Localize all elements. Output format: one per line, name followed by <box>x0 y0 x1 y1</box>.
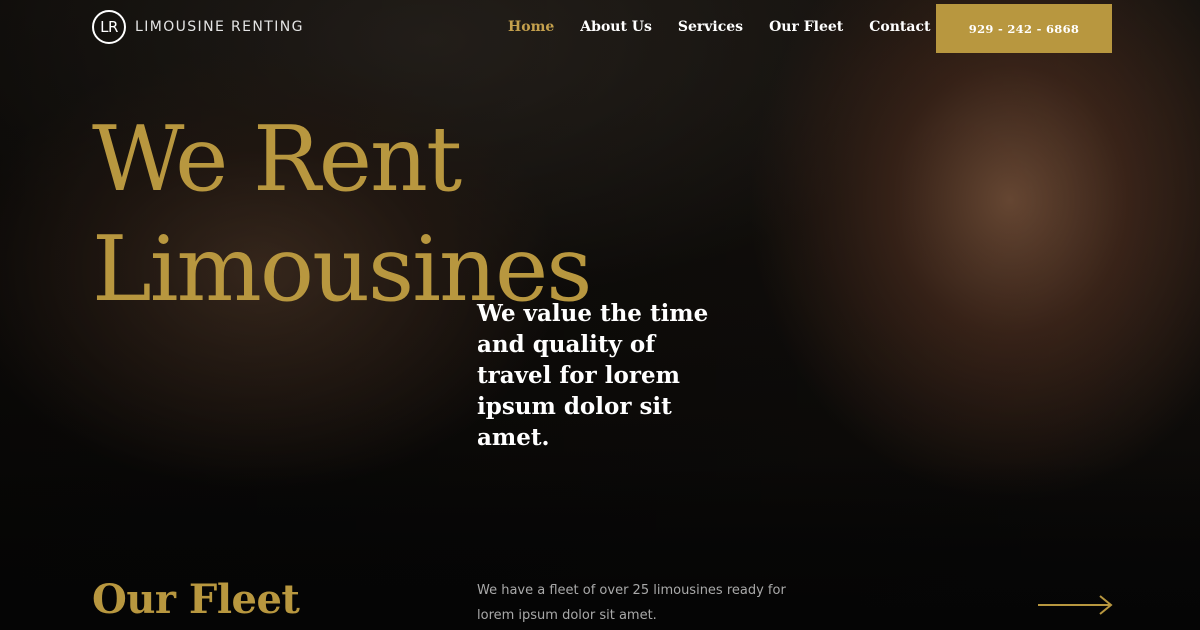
logo-monogram: LR <box>92 10 126 44</box>
fleet-description: We have a fleet of over 25 limousines re… <box>477 583 786 623</box>
nav-item-our-fleet[interactable]: Our Fleet <box>769 19 843 35</box>
nav-item-services[interactable]: Services <box>678 19 743 35</box>
hero-headline-line1: We Rent <box>92 107 462 212</box>
main-nav: Home About Us Services Our Fleet Contact <box>508 19 956 35</box>
nav-item-home[interactable]: Home <box>508 19 554 35</box>
logo[interactable]: LR LIMOUSINE RENTING <box>92 10 304 44</box>
nav-item-about-us[interactable]: About Us <box>580 19 652 35</box>
hero-headline: We Rent Limousines <box>92 105 592 325</box>
logo-text: LIMOUSINE RENTING <box>135 19 304 35</box>
fleet-title: Our Fleet <box>92 576 300 623</box>
hero-tagline: We value the time and quality of travel … <box>477 300 709 451</box>
nav-item-contact[interactable]: Contact <box>869 19 930 35</box>
phone-call-button[interactable]: 929 - 242 - 6868 <box>936 4 1112 53</box>
arrow-right-icon[interactable] <box>1036 593 1114 617</box>
